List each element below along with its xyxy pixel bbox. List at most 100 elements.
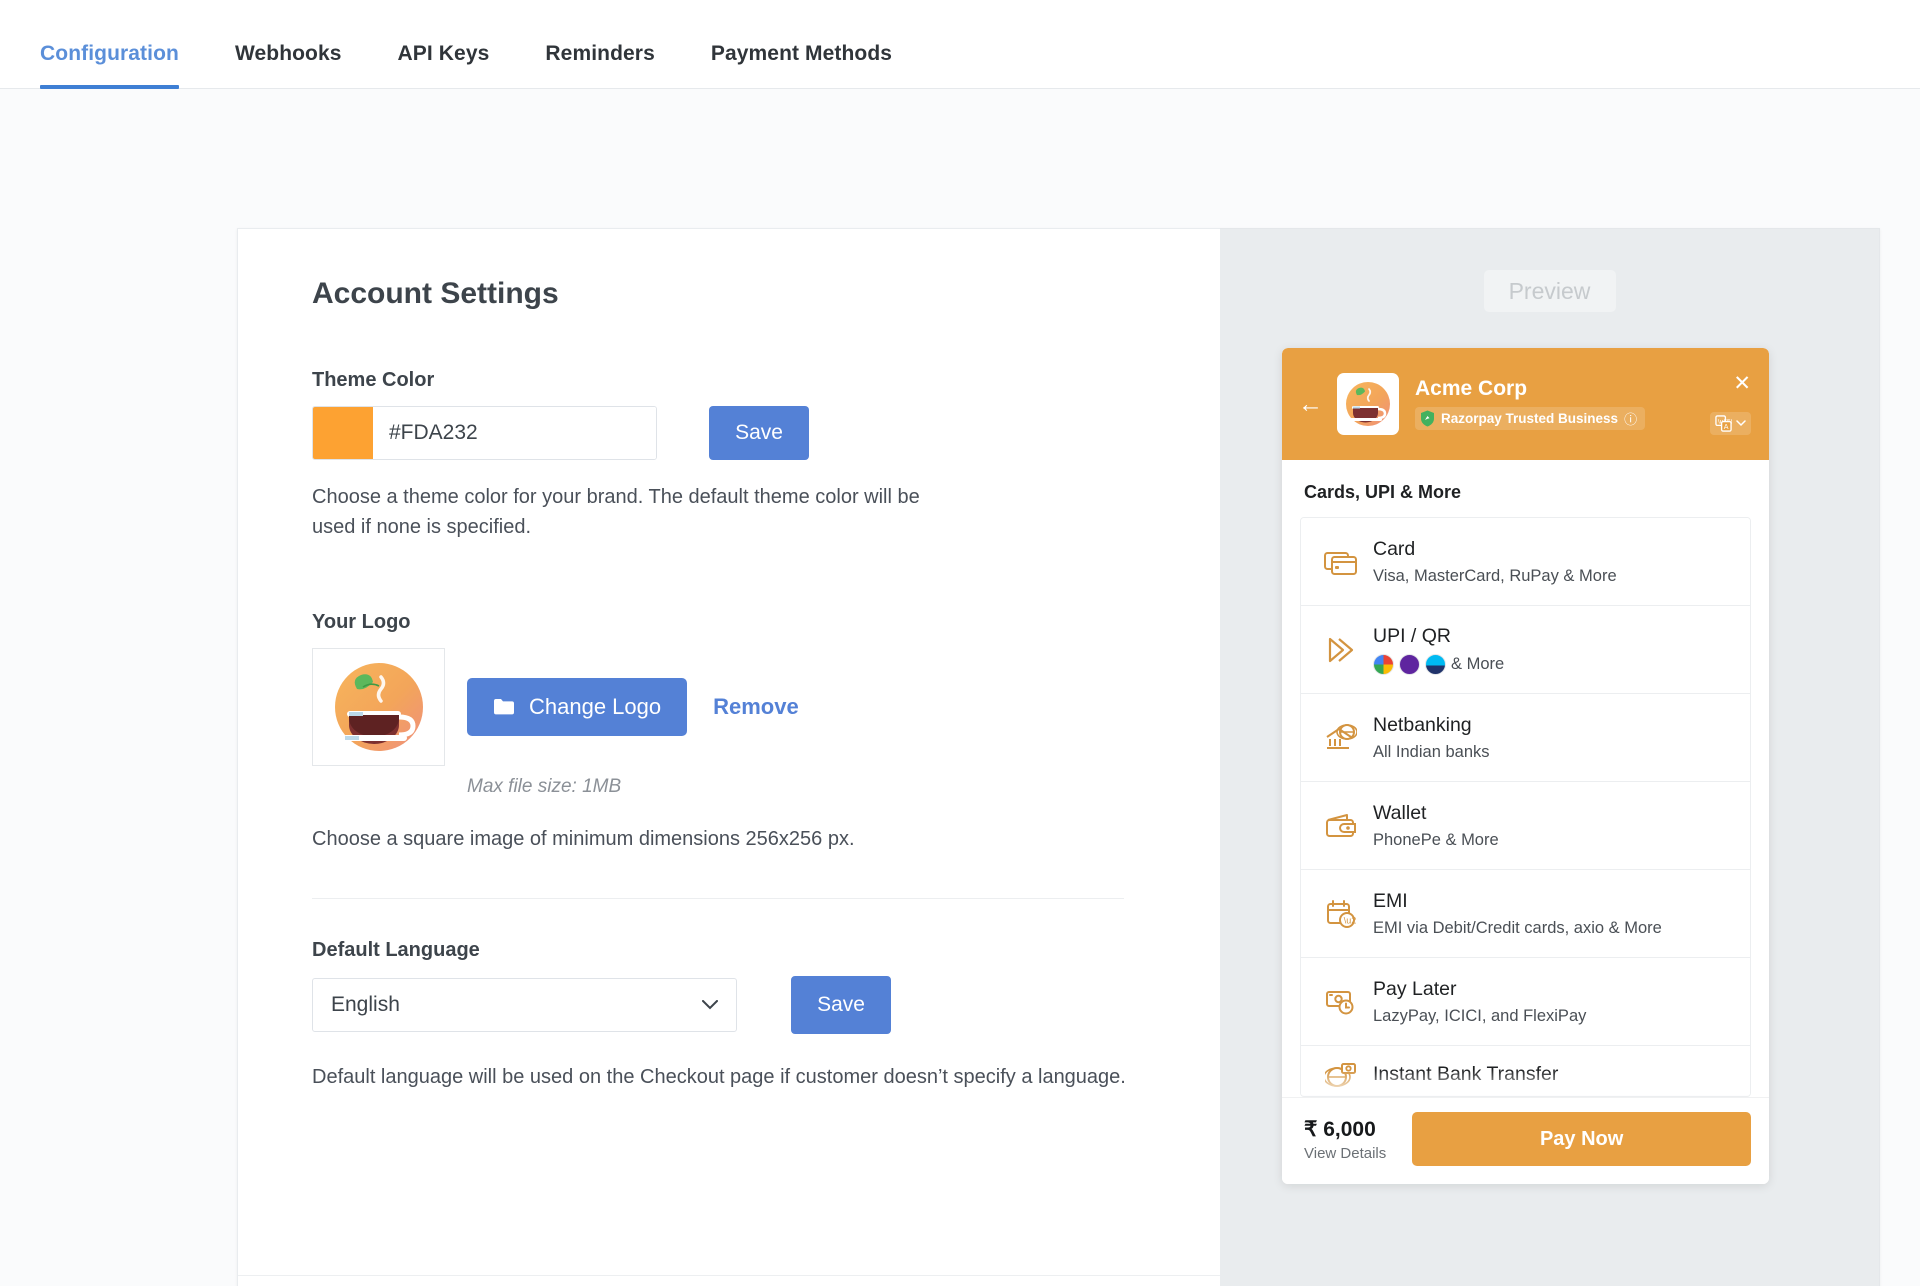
card-icon: [1319, 548, 1363, 576]
theme-color-field[interactable]: [312, 406, 657, 460]
payment-method-emi[interactable]: \u20b9 EMI EMI via Debit/Credit cards, a…: [1301, 870, 1750, 958]
trusted-business-badge: Razorpay Trusted Business ⓘ: [1415, 407, 1646, 431]
view-details-link[interactable]: View Details: [1304, 1145, 1386, 1162]
method-text: Instant Bank Transfer: [1373, 1062, 1558, 1087]
netbanking-icon: [1319, 723, 1363, 753]
payment-method-instant-bank-transfer[interactable]: Instant Bank Transfer: [1301, 1046, 1750, 1096]
close-icon[interactable]: ✕: [1733, 373, 1751, 394]
payment-method-card[interactable]: Card Visa, MasterCard, RuPay & More: [1301, 518, 1750, 606]
account-settings-card: Account Settings Theme Color Save Choose…: [237, 228, 1220, 1286]
translate-icon: \u6587 A: [1715, 415, 1732, 432]
method-text: Netbanking All Indian banks: [1373, 713, 1490, 762]
default-language-label: Default Language: [312, 939, 480, 962]
preview-panel: Preview ← Acme Corp Razorpay Trusted Bus…: [1220, 228, 1880, 1286]
logo-section: Your Logo Change Logo Remove Max file si…: [276, 611, 1160, 854]
color-swatch[interactable]: [313, 407, 373, 459]
logo-help: Choose a square image of minimum dimensi…: [312, 827, 855, 850]
tab-label: Configuration: [40, 42, 179, 65]
theme-color-row: Save: [312, 406, 1160, 460]
paylater-icon: [1319, 988, 1363, 1016]
method-sub: PhonePe & More: [1373, 831, 1499, 850]
language-selected-value: English: [331, 993, 400, 1017]
theme-color-help: Choose a theme color for your brand. The…: [312, 486, 920, 539]
method-name: Card: [1373, 537, 1416, 560]
merchant-info: Acme Corp Razorpay Trusted Business ⓘ: [1415, 376, 1710, 432]
checkout-preview-card: ← Acme Corp Razorpay Trusted Business ⓘ …: [1282, 348, 1769, 1184]
save-theme-color-button[interactable]: Save: [709, 406, 809, 460]
method-text: UPI / QR & More: [1373, 624, 1505, 676]
tab-webhooks[interactable]: Webhooks: [207, 42, 370, 88]
back-arrow-icon[interactable]: ←: [1298, 391, 1323, 417]
method-name: Netbanking: [1373, 713, 1472, 736]
payment-method-pay-later[interactable]: Pay Later LazyPay, ICICI, and FlexiPay: [1301, 958, 1750, 1046]
method-name: EMI: [1373, 889, 1408, 912]
preview-chip: Preview: [1483, 270, 1616, 312]
tab-bar: Configuration Webhooks API Keys Reminder…: [0, 0, 1920, 89]
amount-block: ₹ 6,000 View Details: [1304, 1117, 1386, 1162]
method-name: Wallet: [1373, 801, 1427, 824]
content-shell: Account Settings Theme Color Save Choose…: [237, 228, 1880, 1286]
tab-api-keys[interactable]: API Keys: [370, 42, 518, 88]
language-switch-button[interactable]: \u6587 A: [1710, 412, 1751, 435]
method-sub: All Indian banks: [1373, 743, 1490, 762]
method-text: Card Visa, MasterCard, RuPay & More: [1373, 537, 1617, 586]
tea-cup-logo-icon: [334, 662, 423, 751]
payment-method-netbanking[interactable]: Netbanking All Indian banks: [1301, 694, 1750, 782]
method-name: Instant Bank Transfer: [1373, 1063, 1559, 1086]
max-file-size-text: Max file size: 1MB: [467, 775, 622, 797]
tab-reminders[interactable]: Reminders: [517, 42, 682, 88]
tab-payment-methods[interactable]: Payment Methods: [683, 42, 920, 88]
tab-label: API Keys: [397, 42, 490, 65]
checkout-header: ← Acme Corp Razorpay Trusted Business ⓘ …: [1282, 348, 1769, 460]
emi-icon: \u20b9: [1319, 899, 1363, 929]
svg-text:A: A: [1724, 423, 1729, 431]
method-text: Wallet PhonePe & More: [1373, 801, 1499, 850]
method-sub: & More: [1373, 654, 1505, 676]
save-language-button[interactable]: Save: [791, 976, 891, 1035]
pay-now-button[interactable]: Pay Now: [1412, 1112, 1751, 1166]
language-select[interactable]: English: [312, 978, 737, 1033]
trusted-business-label: Razorpay Trusted Business: [1441, 411, 1619, 427]
tab-label: Payment Methods: [710, 42, 893, 65]
checkout-footer: ₹ 6,000 View Details Pay Now: [1282, 1097, 1769, 1184]
chevron-down-icon: [702, 1000, 718, 1010]
merchant-logo: [1337, 373, 1399, 435]
info-icon[interactable]: ⓘ: [1624, 409, 1637, 428]
settings-body: Account Settings Theme Color Save Choose…: [238, 229, 1220, 1275]
upi-icon: [1319, 635, 1363, 665]
paytm-icon: [1425, 654, 1446, 676]
language-section: Default Language English Save Default la…: [276, 939, 1160, 1092]
chevron-down-icon: [1736, 420, 1746, 427]
method-sub: EMI via Debit/Credit cards, axio & More: [1373, 919, 1662, 938]
method-sub: Visa, MasterCard, RuPay & More: [1373, 567, 1617, 586]
method-text: EMI EMI via Debit/Credit cards, axio & M…: [1373, 889, 1662, 938]
page-body: Account Settings Theme Color Save Choose…: [0, 89, 1920, 1286]
your-logo-label: Your Logo: [312, 610, 411, 633]
merchant-name: Acme Corp: [1415, 376, 1528, 400]
theme-color-input[interactable]: [373, 407, 656, 459]
tea-cup-logo-icon: [1346, 382, 1390, 426]
phonepe-icon: [1399, 654, 1420, 676]
tab-configuration[interactable]: Configuration: [40, 42, 207, 89]
language-help: Default language will be used on the Che…: [312, 1066, 1126, 1089]
page-title: Account Settings: [312, 277, 559, 310]
change-logo-button[interactable]: Change Logo: [467, 677, 688, 736]
payment-method-wallet[interactable]: Wallet PhonePe & More: [1301, 782, 1750, 870]
method-name: Pay Later: [1373, 977, 1457, 1000]
payment-method-upi[interactable]: UPI / QR & More: [1301, 606, 1750, 694]
wallet-icon: [1319, 812, 1363, 840]
payment-methods-list: Card Visa, MasterCard, RuPay & More UPI …: [1300, 517, 1751, 1097]
method-sub: LazyPay, ICICI, and FlexiPay: [1373, 1007, 1587, 1026]
language-row: English Save: [312, 976, 1160, 1035]
header-actions: ✕ \u6587 A: [1710, 373, 1751, 435]
svg-text:\u20b9: \u20b9: [1344, 915, 1356, 925]
section-divider: [312, 898, 1124, 900]
method-text: Pay Later LazyPay, ICICI, and FlexiPay: [1373, 977, 1586, 1026]
bank-transfer-icon: [1319, 1062, 1363, 1088]
remove-logo-link[interactable]: Remove: [713, 694, 799, 720]
tab-label: Webhooks: [234, 42, 342, 65]
gpay-icon: [1373, 654, 1394, 676]
tab-label: Reminders: [545, 42, 655, 65]
method-name: UPI / QR: [1373, 624, 1452, 647]
method-sub-text: & More: [1451, 655, 1505, 674]
